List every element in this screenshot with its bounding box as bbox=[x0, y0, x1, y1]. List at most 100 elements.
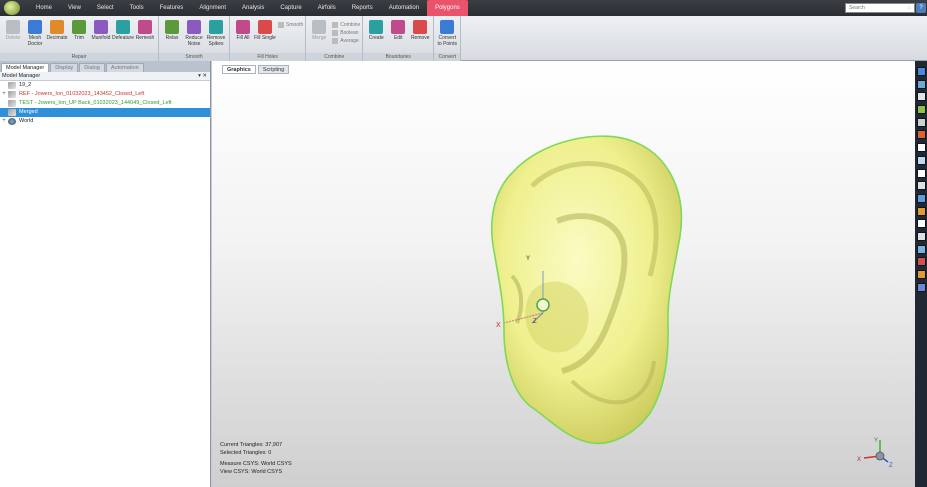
graphics-viewport[interactable]: Y X Z Graphics Scripting Current Triangle… bbox=[212, 61, 915, 487]
help-icon[interactable]: ? bbox=[916, 3, 926, 13]
ribbon-toolbar: Delete Mesh Doctor Decimate Trim Manifold Def… bbox=[0, 16, 927, 61]
measure-icon[interactable] bbox=[916, 257, 926, 267]
convert-to-points-icon bbox=[440, 20, 455, 34]
tree-item-label: Merged bbox=[19, 109, 38, 115]
mesh-node-icon bbox=[8, 82, 16, 89]
menu-reports[interactable]: Reports bbox=[344, 0, 381, 16]
menu-automation[interactable]: Automation bbox=[381, 0, 427, 16]
panel-controls-icon[interactable]: ▾ ✕ bbox=[198, 72, 207, 81]
tab-display[interactable]: Display bbox=[50, 63, 79, 72]
tool-label: Fill All bbox=[236, 35, 250, 41]
model-tree: 19_2 + REF - Jowers_Ion_01032023_143452_Cl… bbox=[0, 81, 210, 126]
ear-mesh-model[interactable]: Y X Z bbox=[212, 61, 915, 487]
boundary-icon[interactable] bbox=[916, 193, 926, 203]
ribbon-group-fill-holes: Fill All Fill Single Smooth Fill Holes bbox=[230, 16, 307, 61]
menu-analysis[interactable]: Analysis bbox=[234, 0, 272, 16]
pan-icon[interactable] bbox=[916, 143, 926, 153]
display-icon[interactable] bbox=[916, 270, 926, 279]
tree-item-label: TEST - Jowers_Ion_UP Back_01032023_14404… bbox=[19, 100, 172, 106]
tool-label: Manifold bbox=[91, 35, 111, 41]
clip-icon[interactable] bbox=[916, 244, 926, 254]
zoom-icon[interactable] bbox=[916, 117, 926, 127]
tab-graphics[interactable]: Graphics bbox=[222, 65, 256, 74]
decimate-icon bbox=[50, 20, 64, 34]
tree-item[interactable]: Merged bbox=[0, 108, 210, 117]
orientation-triad-icon[interactable]: Y X Z bbox=[852, 434, 896, 470]
render-icon[interactable] bbox=[916, 206, 926, 216]
pivot-marker-icon[interactable] bbox=[536, 298, 550, 312]
tool-label: Remesh bbox=[135, 35, 155, 41]
boolean-icon bbox=[332, 30, 339, 36]
tool-label: Delete bbox=[5, 35, 21, 41]
tree-item[interactable]: TEST - Jowers_Ion_UP Back_01032023_14404… bbox=[0, 99, 210, 108]
selected-triangles-text: Selected Triangles: 0 bbox=[220, 449, 272, 456]
tree-item-label: World bbox=[19, 118, 34, 124]
tab-scripting[interactable]: Scripting bbox=[257, 65, 290, 74]
tool-label: Edit bbox=[393, 35, 403, 41]
menu-features[interactable]: Features bbox=[152, 0, 192, 16]
tool-label: Merge bbox=[312, 35, 327, 41]
points-icon[interactable] bbox=[916, 181, 926, 191]
reduce-noise-icon bbox=[187, 20, 201, 34]
menu-polygons[interactable]: Polygons bbox=[427, 0, 468, 16]
edit-boundary-icon bbox=[391, 20, 406, 34]
tool-label: Convert to Points bbox=[437, 35, 457, 47]
small-tool-label: Smooth bbox=[286, 22, 304, 28]
menu-home[interactable]: Home bbox=[28, 0, 60, 16]
menu-select[interactable]: Select bbox=[89, 0, 122, 16]
average-small-button[interactable]: Average bbox=[332, 37, 360, 45]
expand-icon[interactable]: + bbox=[0, 90, 8, 99]
tool-label: Remove bbox=[410, 35, 430, 41]
smooth-small-button[interactable]: Smooth bbox=[278, 21, 303, 29]
expand-icon[interactable]: + bbox=[0, 117, 8, 126]
small-tool-label: Average bbox=[340, 38, 359, 44]
ribbon-group-label: Smooth bbox=[159, 53, 229, 61]
tree-item[interactable]: 19_2 bbox=[0, 81, 210, 90]
menu-capture[interactable]: Capture bbox=[272, 0, 309, 16]
wireframe-icon[interactable] bbox=[916, 168, 926, 178]
ribbon-group-label: Repair bbox=[0, 53, 158, 61]
view-fit-icon[interactable] bbox=[916, 105, 926, 115]
tab-dialog[interactable]: Dialog bbox=[79, 63, 105, 72]
axis-label-z: Z bbox=[533, 319, 537, 325]
tree-item[interactable]: + World bbox=[0, 117, 210, 126]
view-csys-text: View CSYS: World CSYS bbox=[220, 468, 283, 475]
search-icon[interactable]: ⌕ bbox=[905, 3, 914, 13]
menu-items: Home View Select Tools Features Alignment Anal… bbox=[28, 0, 468, 16]
combine-small-button[interactable]: Combine bbox=[332, 21, 360, 29]
rotate-icon[interactable] bbox=[916, 130, 926, 140]
tab-automation[interactable]: Automation bbox=[105, 63, 144, 72]
fill-all-icon bbox=[236, 20, 250, 34]
color-icon[interactable] bbox=[916, 282, 926, 292]
menu-view[interactable]: View bbox=[60, 0, 89, 16]
boolean-small-button[interactable]: Boolean bbox=[332, 29, 360, 37]
lighting-icon[interactable] bbox=[916, 219, 926, 229]
remove-spikes-icon bbox=[209, 20, 223, 34]
section-icon[interactable] bbox=[916, 231, 926, 241]
view-top-icon[interactable] bbox=[916, 92, 926, 102]
model-manager-panel: Model Manager Display Dialog Automation Mod… bbox=[0, 61, 211, 487]
menu-airfoils[interactable]: Airfoils bbox=[310, 0, 344, 16]
menu-tools[interactable]: Tools bbox=[122, 0, 152, 16]
remove-boundary-icon bbox=[413, 20, 428, 34]
ribbon-group-label: Combine bbox=[306, 53, 363, 61]
tab-model-manager[interactable]: Model Manager bbox=[1, 63, 50, 72]
view-iso-icon[interactable] bbox=[916, 79, 926, 89]
ribbon-group-label: Convert bbox=[434, 53, 461, 61]
tool-label: Mesh Doctor bbox=[27, 35, 43, 47]
panel-title: Model Manager bbox=[2, 73, 41, 79]
app-logo-icon[interactable] bbox=[4, 1, 20, 15]
mesh-doctor-icon bbox=[28, 20, 42, 34]
ribbon-group-boundaries: Create Edit Remove Boundaries bbox=[363, 16, 435, 61]
ribbon-group-combine: Merge Combine Boolean Average Combine bbox=[306, 16, 364, 61]
shade-icon[interactable] bbox=[916, 155, 926, 165]
ribbon-group-smooth: Relax Reduce Noise Remove Spikes Smooth bbox=[159, 16, 230, 61]
menu-alignment[interactable]: Alignment bbox=[191, 0, 234, 16]
small-tool-label: Combine bbox=[340, 22, 361, 28]
relax-icon bbox=[165, 20, 179, 34]
view-front-icon[interactable] bbox=[916, 67, 926, 76]
ribbon-group-label: Fill Holes bbox=[230, 53, 306, 61]
tree-item[interactable]: + REF - Jowers_Ion_01032023_143452_Closed… bbox=[0, 90, 210, 99]
tool-label: Remove Spikes bbox=[206, 35, 226, 47]
view-toolbar bbox=[915, 61, 927, 487]
